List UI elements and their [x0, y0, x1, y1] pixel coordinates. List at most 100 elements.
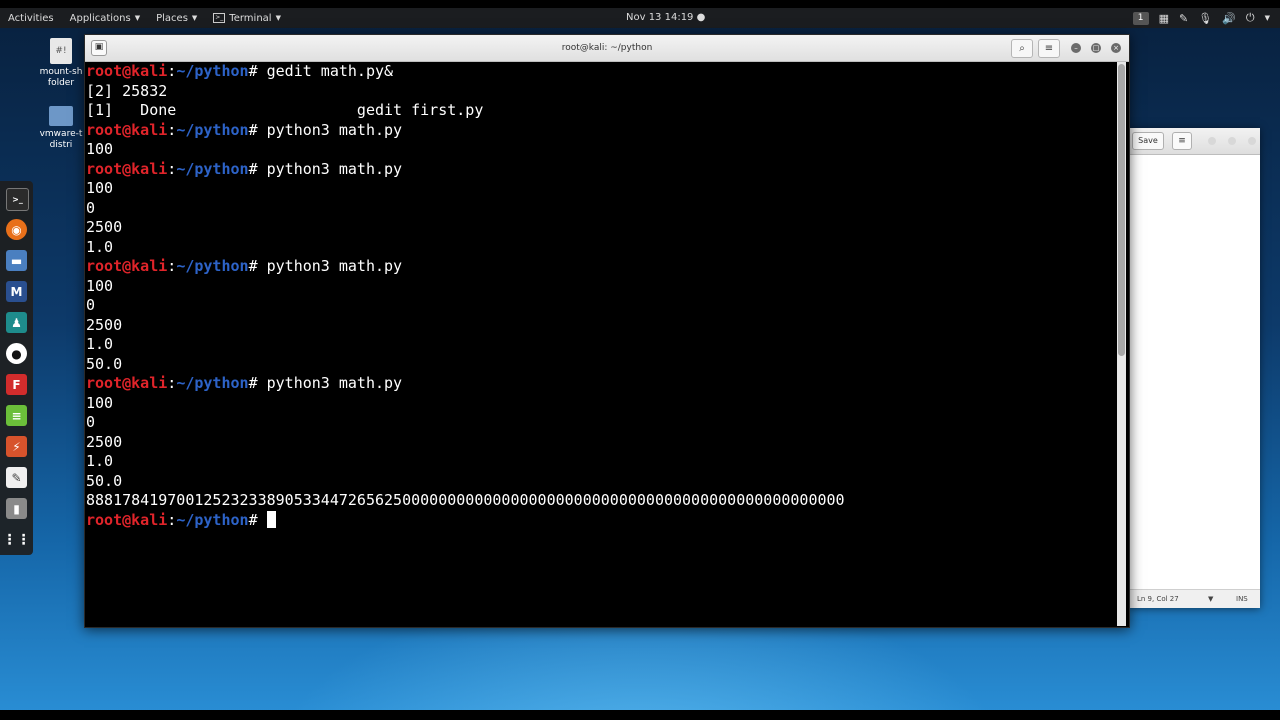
- output-line: 0: [86, 199, 1116, 219]
- places-menu[interactable]: Places ▼: [148, 8, 205, 28]
- cursor-position[interactable]: Ln 9, Col 27: [1137, 595, 1179, 603]
- activities-button[interactable]: Activities: [0, 8, 62, 28]
- gedit-window: Save ≡ Ln 9, Col 27 ▼ INS: [1128, 128, 1260, 608]
- window-title: root@kali: ~/python: [561, 43, 653, 53]
- output-text: 8881784197001252323389053344726562500000…: [86, 491, 845, 509]
- burpsuite-icon[interactable]: ⚡: [6, 436, 27, 457]
- prompt-line: root@kali:~/python# gedit math.py&: [86, 62, 1116, 82]
- folder-icon: [49, 106, 73, 126]
- output-text: 1.0: [86, 452, 114, 470]
- microphone-icon[interactable]: 🎙: [1198, 12, 1212, 25]
- chevron-down-icon[interactable]: ▼: [1208, 595, 1213, 603]
- output-text: 2500: [86, 315, 123, 334]
- hamburger-icon: ≡: [1178, 136, 1186, 146]
- files-icon[interactable]: ▬: [6, 250, 27, 271]
- command-text: [258, 511, 267, 529]
- prompt-symbol: #: [248, 159, 258, 178]
- prompt-user: root@kali: [86, 62, 168, 80]
- desktop-icon-mount-shared-folders[interactable]: #! mount-sh folder: [38, 38, 84, 89]
- chevron-down-icon: ▼: [275, 14, 281, 22]
- output-text: 100: [86, 140, 114, 158]
- metasploit-icon[interactable]: M: [6, 281, 27, 302]
- activities-label: Activities: [8, 12, 54, 24]
- maximize-icon[interactable]: □: [1091, 43, 1101, 53]
- faraday-icon[interactable]: F: [6, 374, 27, 395]
- chevron-down-icon: ▼: [191, 14, 198, 22]
- minimize-icon[interactable]: [1208, 137, 1216, 145]
- desktop-icon-label: mount-sh: [39, 67, 83, 77]
- output-text: 2500: [86, 432, 123, 451]
- output-line: 50.0: [86, 355, 1116, 375]
- prompt-line: root@kali:~/python# python3 math.py: [86, 121, 1116, 141]
- prompt-line: root@kali:~/python#: [86, 510, 1116, 531]
- command-text: gedit math.py&: [257, 62, 394, 80]
- prompt-path: ~/python: [176, 62, 249, 80]
- dock: >_ ◉ ▬ M ♟ ● F ≡ ⚡ ✎ ▮ ⋮⋮: [0, 181, 33, 555]
- output-line: 2500: [86, 218, 1116, 238]
- output-text: 1.0: [86, 335, 114, 353]
- applications-menu[interactable]: Applications ▼: [62, 8, 148, 28]
- prompt-user: root@kali: [86, 159, 168, 178]
- desktop-icon-vmware-tools[interactable]: vmware-t distri: [38, 106, 84, 151]
- command-text: python3 math.py: [257, 257, 403, 275]
- gedit-statusbar: Ln 9, Col 27 ▼ INS: [1128, 589, 1260, 608]
- command-text: python3 math.py: [257, 120, 403, 139]
- output-text: 1.0: [86, 237, 114, 256]
- clock[interactable]: Nov 13 14:19 ●: [626, 8, 705, 28]
- menu-button[interactable]: ≡: [1038, 39, 1060, 58]
- output-text: 0: [86, 198, 96, 217]
- output-line: 100: [86, 179, 1116, 199]
- terminal-titlebar[interactable]: root@kali: ~/python ▣ ⌕ ≡ – □ ×: [85, 35, 1129, 62]
- search-icon: ⌕: [1019, 43, 1025, 54]
- terminal-icon: >_: [213, 13, 226, 23]
- show-applications-icon[interactable]: ⋮⋮: [3, 529, 31, 550]
- chevron-down-icon: ▼: [134, 14, 141, 22]
- output-line: 1.0: [86, 238, 1116, 258]
- prompt-user: root@kali: [86, 120, 168, 139]
- terminal-icon[interactable]: >_: [6, 188, 29, 211]
- save-button[interactable]: Save: [1132, 132, 1164, 150]
- insert-mode-indicator[interactable]: INS: [1236, 595, 1248, 603]
- prompt-line: root@kali:~/python# python3 math.py: [86, 374, 1116, 394]
- menu-button[interactable]: ≡: [1172, 132, 1192, 150]
- clock-label: Nov 13 14:19: [626, 12, 694, 23]
- new-tab-button[interactable]: ▣: [91, 40, 107, 56]
- terminal-output[interactable]: root@kali:~/python# gedit math.py& [2] 25…: [86, 62, 1116, 626]
- search-button[interactable]: ⌕: [1011, 39, 1033, 58]
- text-editor-icon[interactable]: ✎: [6, 467, 27, 488]
- prompt-line: root@kali:~/python# python3 math.py: [86, 160, 1116, 180]
- minimize-icon[interactable]: –: [1071, 43, 1081, 53]
- output-line: 0: [86, 413, 1116, 433]
- power-icon[interactable]: ⏻: [1246, 11, 1255, 25]
- chevron-down-icon[interactable]: ▼: [1265, 14, 1270, 22]
- firefox-icon[interactable]: ◉: [6, 219, 27, 240]
- prompt-path: ~/python: [176, 510, 249, 529]
- pen-tool-icon[interactable]: ✎: [1179, 12, 1188, 25]
- prompt-line: root@kali:~/python# python3 math.py: [86, 257, 1116, 277]
- maximize-icon[interactable]: [1228, 137, 1236, 145]
- armitage-icon[interactable]: ♟: [6, 312, 27, 333]
- leafpad-icon[interactable]: ≡: [6, 405, 27, 426]
- output-text: 0: [86, 413, 96, 431]
- maltego-icon[interactable]: ●: [6, 343, 27, 364]
- close-icon[interactable]: [1248, 137, 1256, 145]
- output-line: 100: [86, 277, 1116, 297]
- desktop-icon-label: vmware-t: [39, 129, 83, 139]
- workspace-indicator[interactable]: 1: [1132, 11, 1149, 25]
- close-icon[interactable]: ×: [1111, 43, 1121, 53]
- desktop-icon-label: folder: [47, 78, 75, 88]
- scrollbar-thumb[interactable]: [1118, 64, 1125, 356]
- prompt-separator: :: [167, 120, 177, 139]
- output-line: [1] Done gedit first.py: [86, 101, 1116, 121]
- output-text: 50.0: [86, 471, 123, 490]
- terminal-scrollbar[interactable]: [1117, 62, 1126, 626]
- volume-icon[interactable]: 🔊: [1222, 12, 1236, 25]
- keyboard-icon[interactable]: ▦: [1159, 12, 1169, 25]
- top-panel: Activities Applications ▼ Places ▼ >_ Termi…: [0, 8, 1280, 28]
- prompt-user: root@kali: [86, 257, 168, 275]
- hamburger-icon: ≡: [1044, 43, 1054, 54]
- terminal-app-menu[interactable]: >_ Terminal ▼: [205, 8, 289, 28]
- trash-icon[interactable]: ▮: [6, 498, 27, 519]
- output-line: 0: [86, 296, 1116, 316]
- command-text: python3 math.py: [257, 374, 403, 392]
